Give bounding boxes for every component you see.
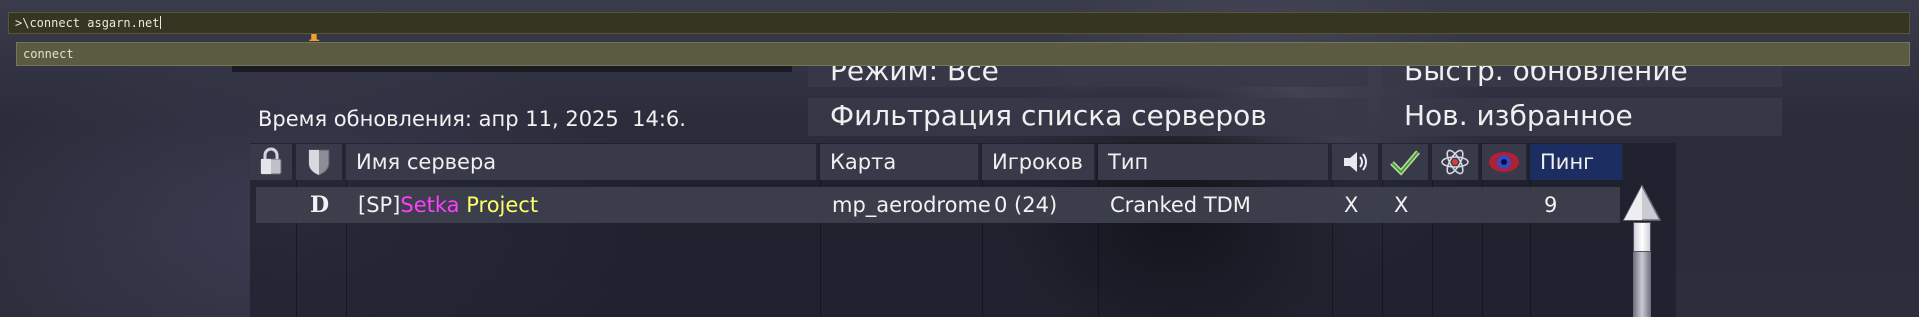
server-name-part: Project (466, 193, 539, 217)
column-header-mods[interactable] (1432, 144, 1480, 180)
server-voice: X (1344, 193, 1359, 217)
column-header-friends[interactable] (1482, 144, 1528, 180)
server-name-part: Setka (400, 193, 460, 217)
atom-icon (1441, 149, 1469, 175)
dedicated-indicator: D (310, 192, 330, 218)
speaker-icon (1344, 152, 1367, 172)
server-pure: X (1394, 193, 1409, 217)
server-ping: 9 (1544, 193, 1558, 217)
console-autocomplete-item[interactable]: connect (16, 42, 1910, 66)
column-header-players[interactable]: Игроков (982, 144, 1096, 180)
server-players: 0 (24) (994, 193, 1058, 217)
text-caret (159, 16, 161, 29)
new-favorite-button[interactable]: Нов. избранное (1382, 98, 1782, 136)
server-map: mp_aerodrome (832, 193, 991, 217)
eye-icon (1489, 152, 1519, 172)
scroll-up-arrow-icon[interactable] (1622, 184, 1662, 224)
server-name-prefix: [SP] (358, 193, 401, 217)
column-header-server-name[interactable]: Имя сервера (346, 144, 818, 180)
title-underline (232, 66, 792, 72)
server-name: [SP]Setka Project (358, 187, 538, 223)
column-header-map[interactable]: Карта (820, 144, 980, 180)
column-header-anticheat[interactable] (296, 144, 344, 180)
column-header-type[interactable]: Тип (1098, 144, 1330, 180)
shield-icon (308, 149, 330, 176)
console-input[interactable]: >\connect asgarn.net (8, 12, 1910, 34)
column-header-ping[interactable]: Пинг (1530, 144, 1624, 180)
padlock-icon (260, 147, 282, 175)
server-type: Cranked TDM (1110, 193, 1251, 217)
column-header-voice[interactable] (1332, 144, 1380, 180)
checkmark-icon (1390, 150, 1420, 176)
column-header-pure[interactable] (1382, 144, 1430, 180)
server-filter-button[interactable]: Фильтрация списка серверов (808, 98, 1368, 136)
scroll-thumb[interactable] (1633, 222, 1651, 252)
console-command: \connect asgarn.net (22, 16, 160, 30)
column-header-password[interactable] (250, 144, 294, 180)
update-time-label: Время обновления: апр 11, 2025 14:6. (258, 107, 686, 131)
